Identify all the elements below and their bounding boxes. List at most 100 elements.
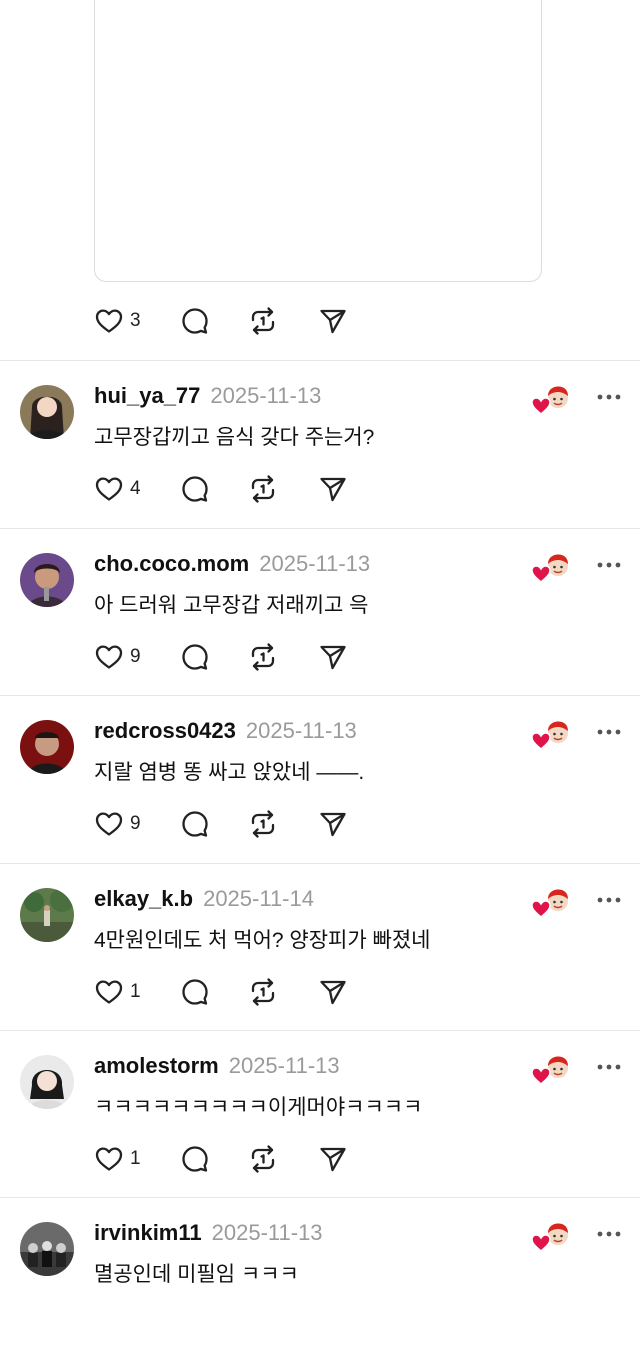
post-media-card[interactable] (94, 0, 542, 282)
heart-icon (94, 474, 124, 504)
share-button[interactable] (318, 642, 358, 672)
avatar[interactable] (20, 1055, 74, 1109)
like-button[interactable]: 1 (94, 1144, 180, 1174)
avatar[interactable] (20, 385, 74, 439)
author-liked-heart-icon (530, 1055, 572, 1085)
speech-bubble-icon (180, 977, 210, 1007)
more-dots-icon (594, 1224, 624, 1244)
like-button[interactable]: 1 (94, 977, 180, 1007)
comment-action-bar: 1 (94, 1139, 358, 1179)
repost-icon (248, 1144, 278, 1174)
like-button[interactable]: 9 (94, 642, 180, 672)
author-liked-heart-icon (530, 720, 572, 750)
repost-icon (248, 306, 278, 336)
speech-bubble-icon (180, 809, 210, 839)
share-button[interactable] (318, 809, 358, 839)
comment-date: 2025-11-13 (211, 1220, 323, 1245)
heart-icon (94, 809, 124, 839)
repost-icon (248, 977, 278, 1007)
comment-date: 2025-11-13 (245, 718, 357, 743)
more-dots-icon (594, 890, 624, 910)
more-options-button[interactable] (594, 1057, 624, 1077)
comment-date: 2025-11-13 (228, 1053, 340, 1078)
avatar[interactable] (20, 1222, 74, 1276)
reply-button[interactable] (180, 474, 248, 504)
comment-item: elkay_k.b 2025-11-14 4만원인데도 처 먹어? 양장피가 빠… (0, 864, 640, 1032)
speech-bubble-icon (180, 1144, 210, 1174)
reply-button[interactable] (180, 642, 248, 672)
reply-button[interactable] (180, 1144, 248, 1174)
speech-bubble-icon (180, 306, 210, 336)
share-button[interactable] (318, 977, 358, 1007)
comment-item: redcross0423 2025-11-13 지랄 염병 똥 싸고 앉았네 —… (0, 696, 640, 864)
avatar[interactable] (20, 720, 74, 774)
repost-icon (248, 642, 278, 672)
send-icon (318, 306, 348, 336)
comment-username[interactable]: elkay_k.b (94, 886, 193, 912)
comment-username[interactable]: irvinkim11 (94, 1220, 202, 1246)
more-options-button[interactable] (594, 1224, 624, 1244)
comment-text: 고무장갑끼고 음식 갖다 주는거? (94, 426, 375, 449)
comment-username[interactable]: redcross0423 (94, 718, 236, 744)
comment-action-bar: 9 (94, 804, 358, 844)
more-dots-icon (594, 555, 624, 575)
share-button[interactable] (318, 1144, 358, 1174)
author-liked-heart-icon (530, 888, 572, 918)
heart-icon (94, 977, 124, 1007)
comment-date: 2025-11-13 (210, 383, 322, 408)
repost-button[interactable] (248, 1144, 318, 1174)
comment-action-bar: 9 (94, 637, 358, 677)
comment-text: 지랄 염병 똥 싸고 앉았네 ——. (94, 761, 365, 784)
send-icon (318, 1144, 348, 1174)
like-count: 1 (130, 1148, 141, 1169)
like-button[interactable]: 9 (94, 809, 180, 839)
send-icon (318, 474, 348, 504)
avatar[interactable] (20, 553, 74, 607)
repost-button[interactable] (248, 306, 318, 336)
comment-item: cho.coco.mom 2025-11-13 아 드러워 고무장갑 저래끼고 … (0, 529, 640, 697)
comment-text: ㅋㅋㅋㅋㅋㅋㅋㅋㅋ이게머야ㅋㅋㅋㅋ (94, 1096, 423, 1119)
post-action-bar: 3 (94, 301, 358, 341)
reply-button[interactable] (180, 809, 248, 839)
speech-bubble-icon (180, 642, 210, 672)
reply-button[interactable] (180, 977, 248, 1007)
comment-username[interactable]: hui_ya_77 (94, 383, 200, 409)
comment-username[interactable]: cho.coco.mom (94, 551, 249, 577)
repost-button[interactable] (248, 642, 318, 672)
send-icon (318, 809, 348, 839)
send-icon (318, 977, 348, 1007)
repost-button[interactable] (248, 474, 318, 504)
share-button[interactable] (318, 306, 358, 336)
repost-button[interactable] (248, 809, 318, 839)
avatar[interactable] (20, 888, 74, 942)
repost-button[interactable] (248, 977, 318, 1007)
like-button[interactable]: 3 (94, 306, 180, 336)
more-options-button[interactable] (594, 722, 624, 742)
author-liked-heart-icon (530, 1222, 572, 1252)
comment-item: amolestorm 2025-11-13 ㅋㅋㅋㅋㅋㅋㅋㅋㅋ이게머야ㅋㅋㅋㅋ … (0, 1031, 640, 1199)
like-button[interactable]: 4 (94, 474, 180, 504)
comment-date: 2025-11-14 (203, 886, 314, 911)
more-dots-icon (594, 722, 624, 742)
like-count: 9 (130, 646, 141, 667)
like-count: 9 (130, 813, 141, 834)
share-button[interactable] (318, 474, 358, 504)
repost-icon (248, 474, 278, 504)
comment-username[interactable]: amolestorm (94, 1053, 219, 1079)
send-icon (318, 642, 348, 672)
comment-text: 아 드러워 고무장갑 저래끼고 윽 (94, 594, 369, 617)
like-count: 3 (130, 310, 141, 331)
comment-text: 4만원인데도 처 먹어? 양장피가 빠졌네 (94, 929, 431, 952)
more-options-button[interactable] (594, 387, 624, 407)
like-count: 1 (130, 981, 141, 1002)
more-options-button[interactable] (594, 555, 624, 575)
comment-item: irvinkim11 2025-11-13 멸공인데 미필임 ㅋㅋㅋ (0, 1198, 640, 1366)
comment-date: 2025-11-13 (259, 551, 371, 576)
author-liked-heart-icon (530, 553, 572, 583)
comment-action-bar: 4 (94, 469, 358, 509)
comment-item: hui_ya_77 2025-11-13 고무장갑끼고 음식 갖다 주는거? 4 (0, 361, 640, 529)
more-options-button[interactable] (594, 890, 624, 910)
comment-action-bar: 1 (94, 972, 358, 1012)
reply-button[interactable] (180, 306, 248, 336)
comment-text: 멸공인데 미필임 ㅋㅋㅋ (94, 1263, 299, 1286)
